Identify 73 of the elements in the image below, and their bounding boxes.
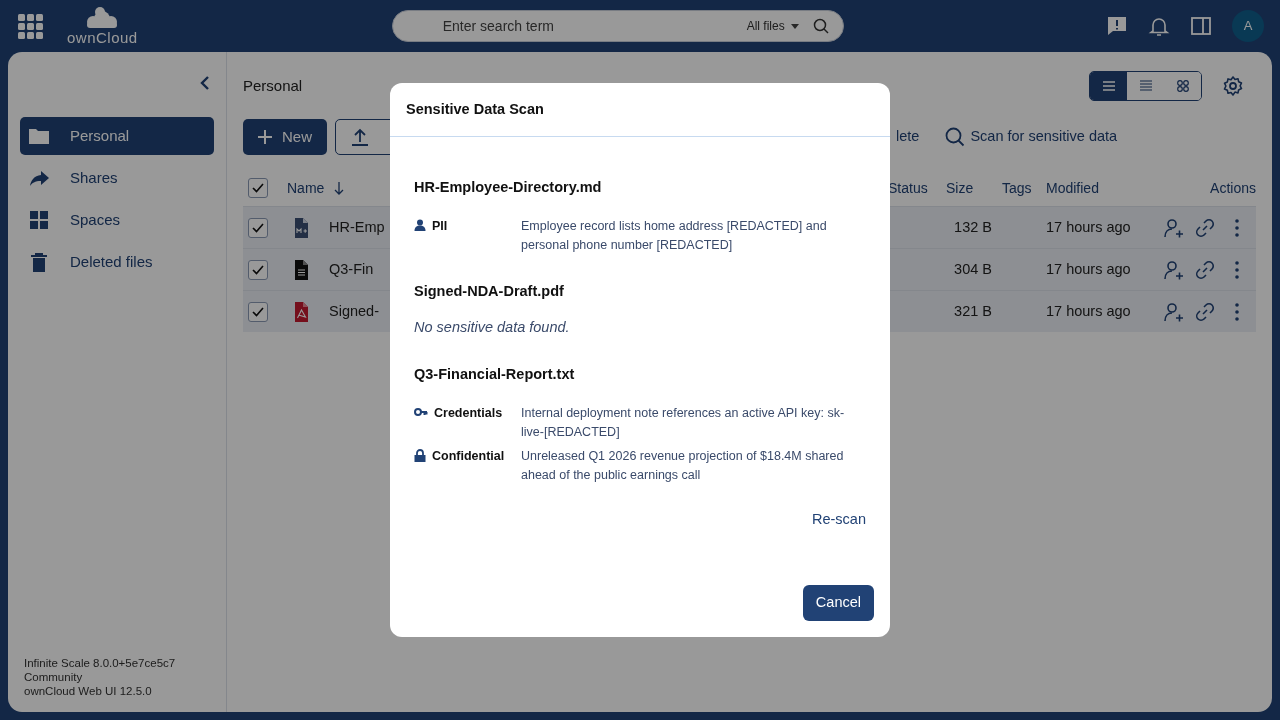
scope-dropdown[interactable]: All files bbox=[746, 17, 799, 35]
sidebar-item[interactable]: Shares bbox=[20, 159, 214, 197]
share-user-icon[interactable] bbox=[1162, 300, 1184, 323]
breadcrumb-text: Personal bbox=[243, 75, 303, 96]
search-icon[interactable] bbox=[812, 18, 829, 34]
search-field[interactable]: Enter search term All files bbox=[391, 10, 844, 42]
modified-time: 17 hours ago bbox=[1046, 259, 1132, 279]
checkbox[interactable] bbox=[248, 178, 268, 198]
trash-icon[interactable] bbox=[28, 251, 50, 273]
link-icon[interactable] bbox=[1194, 216, 1216, 239]
sidebar-item[interactable]: Spaces bbox=[20, 201, 214, 239]
file-icon bbox=[294, 259, 309, 280]
share-user-icon[interactable] bbox=[1162, 258, 1184, 281]
rescan-link[interactable]: Re-scan bbox=[812, 509, 866, 531]
delete-button[interactable]: lete bbox=[896, 126, 920, 148]
column-header[interactable]: Tags bbox=[1002, 177, 1046, 199]
finding-detail: Unreleased Q1 2026 revenue projection of $18.4M shared ahead of the public earnings call bbox=[521, 448, 845, 484]
file-name: Signed-NDA-Draft.pdf bbox=[414, 281, 565, 301]
version-text: Community bbox=[24, 670, 84, 684]
link-icon[interactable] bbox=[1194, 258, 1216, 281]
version-text: Infinite Scale 8.0.0+5e7ce5c7 bbox=[24, 656, 177, 670]
search-icon[interactable] bbox=[945, 127, 966, 147]
column-header[interactable]: Size bbox=[942, 177, 1002, 199]
column-header: Actions bbox=[1209, 178, 1256, 198]
checkbox[interactable] bbox=[248, 301, 268, 322]
modified-time: 17 hours ago bbox=[1046, 217, 1132, 237]
file-name: HR-Employee-Directory.md bbox=[414, 178, 603, 197]
logo-text: ownCloud bbox=[67, 31, 138, 45]
upload-icon[interactable] bbox=[350, 127, 370, 147]
file-icon bbox=[294, 217, 309, 238]
list-view-icon[interactable] bbox=[1100, 78, 1117, 94]
file-size: 321 B bbox=[953, 301, 993, 321]
share-user-icon[interactable] bbox=[1162, 216, 1184, 239]
modified-time: 17 hours ago bbox=[1046, 301, 1132, 321]
notifications-icon[interactable] bbox=[1148, 15, 1170, 37]
checkbox[interactable] bbox=[248, 217, 268, 238]
checkbox[interactable] bbox=[248, 259, 268, 280]
file-size: 132 B bbox=[953, 217, 993, 237]
column-header[interactable]: Status bbox=[888, 177, 942, 199]
version-text: ownCloud Web UI 12.5.0 bbox=[24, 684, 153, 698]
apps-menu-icon[interactable] bbox=[18, 13, 43, 39]
column-header[interactable]: Name bbox=[287, 177, 325, 199]
file-name[interactable]: Q3-Fin bbox=[329, 258, 374, 281]
view-mode-button[interactable] bbox=[1090, 72, 1127, 100]
dialog-title: Sensitive Data Scan bbox=[390, 83, 890, 137]
sidebar-item[interactable]: Deleted files bbox=[20, 243, 214, 281]
finding-label: Credentials bbox=[434, 405, 503, 422]
scan-button[interactable]: Scan for sensitive data bbox=[945, 126, 1118, 148]
file-icon bbox=[294, 301, 309, 322]
sidebar-item[interactable]: Personal bbox=[20, 117, 214, 155]
file-name[interactable]: HR-Emp bbox=[329, 216, 385, 239]
finding-detail: Employee record lists home address [REDACTED] and personal phone number [REDACTED] bbox=[521, 217, 828, 254]
feedback-icon[interactable] bbox=[1106, 15, 1128, 37]
sort-arrow-icon[interactable] bbox=[334, 181, 345, 195]
finding-label: Confidential bbox=[432, 448, 505, 465]
caret-icon[interactable] bbox=[790, 23, 799, 29]
cancel-button[interactable]: Cancel bbox=[802, 585, 874, 621]
plus-icon[interactable] bbox=[258, 130, 272, 144]
new-button[interactable]: New bbox=[243, 119, 327, 155]
file-name: Q3-Financial-Report.txt bbox=[414, 365, 576, 385]
avatar[interactable]: A bbox=[1232, 10, 1264, 42]
link-icon[interactable] bbox=[1194, 300, 1216, 323]
collapse-icon[interactable] bbox=[200, 76, 210, 90]
finding-label: PII bbox=[432, 217, 448, 235]
finding-detail: Internal deployment note references an active API key: sk-live-[REDACTED] bbox=[521, 405, 846, 441]
sidebar-toggle-icon[interactable] bbox=[1190, 15, 1212, 37]
grid-icon[interactable] bbox=[28, 209, 50, 231]
settings-icon[interactable] bbox=[1222, 75, 1244, 97]
file-name[interactable]: Signed- bbox=[329, 300, 379, 323]
empty-note: No sensitive data found. bbox=[414, 317, 571, 337]
tiles-view-icon[interactable] bbox=[1174, 78, 1191, 94]
file-size: 304 B bbox=[953, 259, 993, 279]
column-header[interactable]: Modified bbox=[1046, 177, 1162, 199]
